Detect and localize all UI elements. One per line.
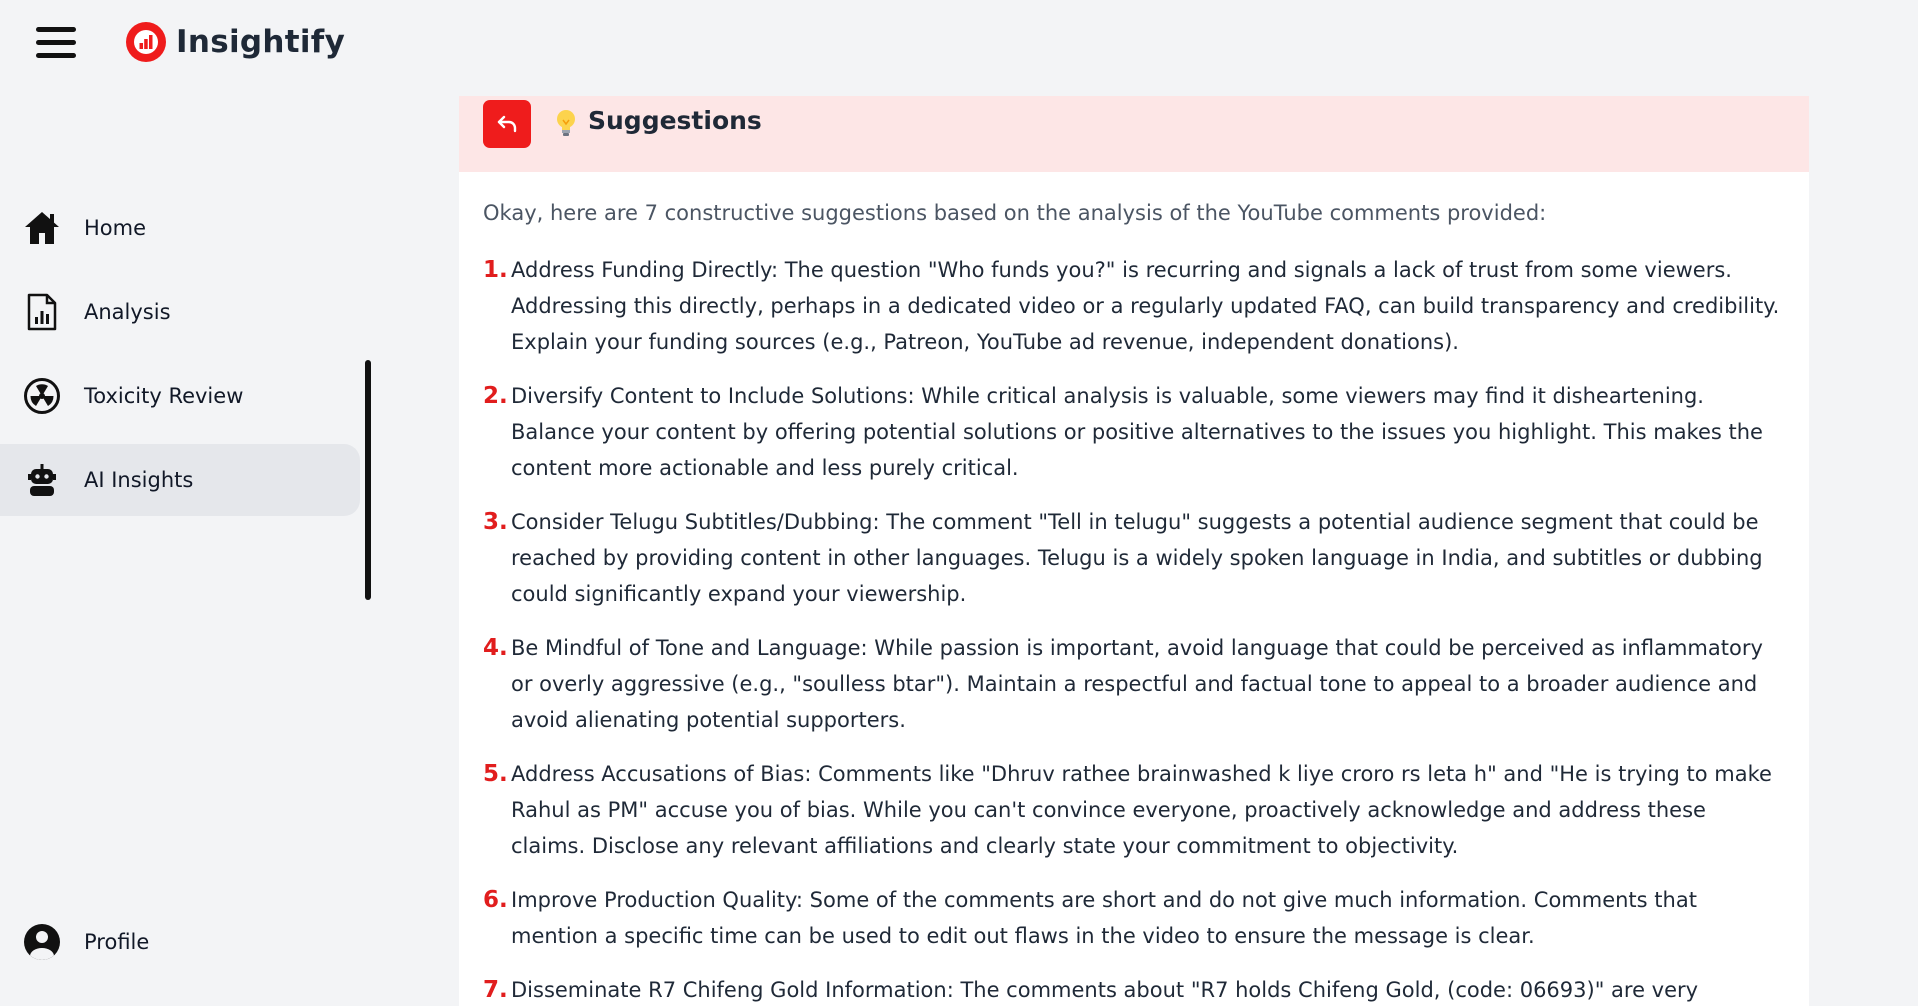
list-item: 2. Diversify Content to Include Solutions…	[483, 378, 1785, 486]
item-number: 1.	[483, 257, 508, 283]
sidebar-item-ai-insights[interactable]: AI Insights	[0, 444, 360, 516]
robot-icon	[22, 460, 62, 500]
sidebar-item-profile[interactable]: Profile	[0, 906, 360, 978]
sidebar-scrollbar[interactable]	[365, 360, 371, 600]
item-text: Consider Telugu Subtitles/Dubbing: The c…	[511, 510, 1763, 606]
item-text: Diversify Content to Include Solutions: …	[511, 384, 1763, 480]
item-number: 4.	[483, 635, 508, 661]
item-text: Improve Production Quality: Some of the …	[511, 888, 1697, 948]
lightbulb-icon	[557, 110, 575, 136]
list-item: 5. Address Accusations of Bias: Comments …	[483, 756, 1785, 864]
list-item: 4. Be Mindful of Tone and Language: While…	[483, 630, 1785, 738]
sidebar: Home Analysis Toxicity Review AI Insight…	[0, 85, 371, 1006]
top-bar: Insightify	[0, 0, 1918, 85]
sidebar-item-label: AI Insights	[84, 468, 194, 492]
suggestions-panel: Suggestions Okay, here are 7 constructiv…	[459, 96, 1809, 1006]
list-item: 7. Disseminate R7 Chifeng Gold Informatio…	[483, 972, 1785, 1006]
item-text: Disseminate R7 Chifeng Gold Information:…	[511, 978, 1699, 1002]
home-icon	[22, 208, 62, 248]
sidebar-item-analysis[interactable]: Analysis	[0, 276, 360, 348]
panel-header: Suggestions	[459, 96, 1809, 172]
analysis-report-icon	[22, 292, 62, 332]
item-number: 2.	[483, 383, 508, 409]
item-number: 5.	[483, 761, 508, 787]
app-name: Insightify	[176, 24, 346, 60]
hamburger-icon[interactable]	[34, 24, 80, 60]
panel-title: Suggestions	[588, 106, 762, 135]
suggestions-list: 1. Address Funding Directly: The question…	[483, 252, 1785, 1006]
insightify-logo-icon	[126, 22, 166, 62]
sidebar-item-label: Analysis	[84, 300, 171, 324]
panel-content: Okay, here are 7 constructive suggestion…	[459, 198, 1809, 1006]
item-text: Be Mindful of Tone and Language: While p…	[511, 636, 1763, 732]
item-text: Address Funding Directly: The question "…	[511, 258, 1780, 354]
list-item: 3. Consider Telugu Subtitles/Dubbing: The…	[483, 504, 1785, 612]
back-button[interactable]	[483, 100, 531, 148]
item-number: 7.	[483, 977, 508, 1003]
app-logo[interactable]: Insightify	[124, 20, 345, 64]
sidebar-item-label: Home	[84, 216, 147, 240]
item-number: 3.	[483, 509, 508, 535]
sidebar-item-label: Toxicity Review	[84, 384, 244, 408]
user-circle-icon	[22, 922, 62, 962]
intro-text: Okay, here are 7 constructive suggestion…	[483, 201, 1547, 225]
item-text: Address Accusations of Bias: Comments li…	[511, 762, 1772, 858]
item-number: 6.	[483, 887, 508, 913]
sidebar-item-toxicity-review[interactable]: Toxicity Review	[0, 360, 360, 432]
return-arrow-icon	[497, 115, 517, 133]
list-item: 1. Address Funding Directly: The question…	[483, 252, 1785, 360]
sidebar-item-home[interactable]: Home	[0, 192, 360, 264]
list-item: 6. Improve Production Quality: Some of th…	[483, 882, 1785, 954]
sidebar-item-label: Profile	[84, 930, 150, 954]
radiation-icon	[22, 376, 62, 416]
